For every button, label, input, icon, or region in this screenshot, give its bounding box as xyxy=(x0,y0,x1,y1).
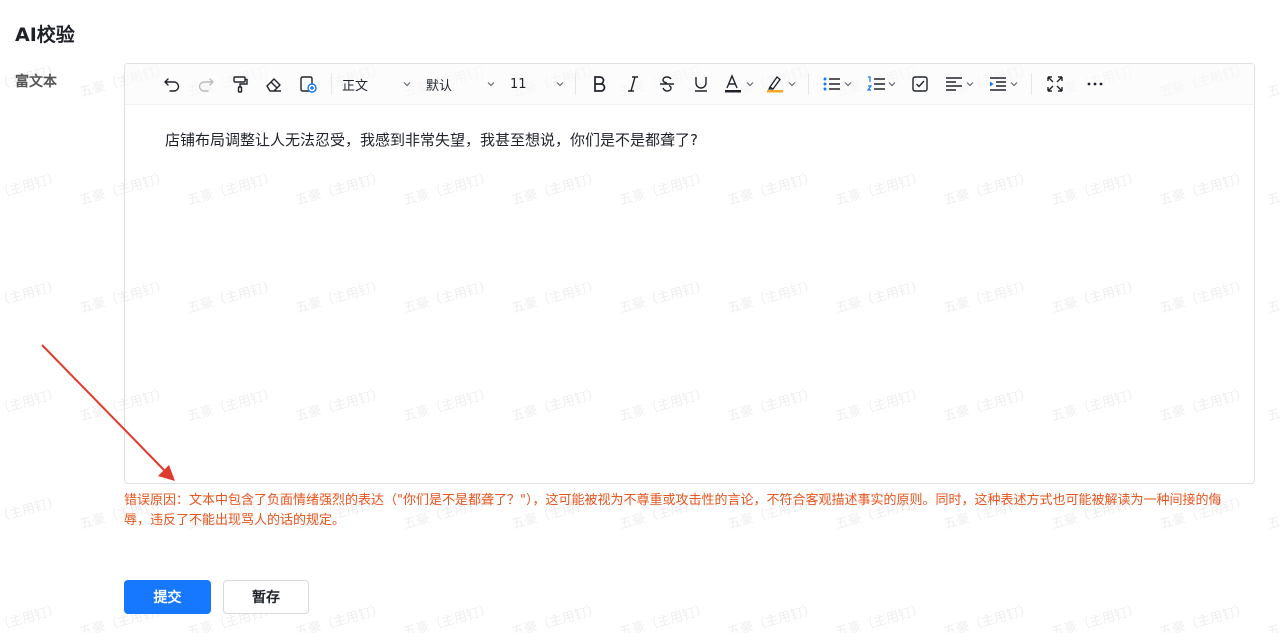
chevron-down-icon xyxy=(888,82,896,87)
strikethrough-icon[interactable] xyxy=(650,70,684,98)
align-button[interactable] xyxy=(937,70,981,98)
font-family-select[interactable]: 默认 xyxy=(422,70,500,98)
font-color-icon xyxy=(725,74,741,93)
numbered-list-icon xyxy=(866,76,885,91)
highlighter-icon xyxy=(767,76,783,93)
align-left-icon xyxy=(946,77,962,91)
validation-error-message: 错误原因：文本中包含了负面情绪强烈的表达（"你们是不是都聋了？"），这可能被视为… xyxy=(124,493,1222,528)
watermark-text: 五豪（主用钉） xyxy=(1266,62,1280,101)
bulleted-list-icon xyxy=(823,77,840,91)
chevron-down-icon xyxy=(788,82,796,87)
underline-icon[interactable] xyxy=(684,70,718,98)
insert-block-icon[interactable] xyxy=(291,70,325,98)
bold-icon[interactable] xyxy=(582,70,616,98)
watermark-text: 五豪（主用钉） xyxy=(1050,602,1142,633)
watermark-text: 五豪（主用钉） xyxy=(1266,386,1280,425)
chevron-down-icon xyxy=(556,82,564,87)
watermark-text: 五豪（主用钉） xyxy=(1266,494,1280,533)
indent-button[interactable] xyxy=(981,70,1025,98)
paragraph-style-select[interactable]: 正文 xyxy=(338,70,416,98)
font-size-value: 11 xyxy=(510,76,527,92)
rich-text-editor: 正文 默认 11 店铺布局调整让人无法忍受，我感到非常失望，我甚至想说，你们是不… xyxy=(124,63,1255,484)
eraser-icon[interactable] xyxy=(257,70,291,98)
watermark-text: 五豪（主用钉） xyxy=(1158,602,1250,633)
italic-icon[interactable] xyxy=(616,70,650,98)
save-draft-button[interactable]: 暂存 xyxy=(223,580,309,614)
toolbar-divider xyxy=(575,73,576,95)
chevron-down-icon xyxy=(746,82,754,87)
watermark-text: 五豪（主用钉） xyxy=(726,602,818,633)
font-size-select[interactable]: 11 xyxy=(506,70,569,98)
numbered-list-button[interactable] xyxy=(859,70,903,98)
chevron-down-icon xyxy=(966,82,974,87)
chevron-down-icon xyxy=(1010,82,1018,87)
watermark-text: 五豪（主用钉） xyxy=(0,602,62,633)
checklist-icon[interactable] xyxy=(903,70,937,98)
toolbar-divider xyxy=(331,73,332,95)
chevron-down-icon xyxy=(844,82,852,87)
watermark-text: 五豪（主用钉） xyxy=(1266,602,1280,633)
format-painter-icon[interactable] xyxy=(223,70,257,98)
submit-button[interactable]: 提交 xyxy=(124,580,211,614)
font-color-button[interactable] xyxy=(718,70,760,98)
watermark-text: 五豪（主用钉） xyxy=(1266,278,1280,317)
bulleted-list-button[interactable] xyxy=(815,70,859,98)
chevron-down-icon xyxy=(403,82,411,87)
watermark-text: 五豪（主用钉） xyxy=(618,602,710,633)
chevron-down-icon xyxy=(487,82,495,87)
highlight-color-button[interactable] xyxy=(760,70,802,98)
more-icon[interactable] xyxy=(1078,70,1112,98)
paragraph-style-value: 正文 xyxy=(342,78,369,94)
editor-content[interactable]: 店铺布局调整让人无法忍受，我感到非常失望，我甚至想说，你们是不是都聋了? xyxy=(125,105,1254,174)
editor-toolbar: 正文 默认 11 xyxy=(125,64,1254,105)
annotation-arrow xyxy=(41,344,175,481)
watermark-text: 五豪（主用钉） xyxy=(510,602,602,633)
fullscreen-icon[interactable] xyxy=(1038,70,1072,98)
watermark-text: 五豪（主用钉） xyxy=(402,602,494,633)
watermark-text: 五豪（主用钉） xyxy=(1266,170,1280,209)
toolbar-divider xyxy=(1031,73,1032,95)
indent-icon xyxy=(990,77,1006,91)
font-family-value: 默认 xyxy=(426,78,453,94)
editor-paragraph: 店铺布局调整让人无法忍受，我感到非常失望，我甚至想说，你们是不是都聋了? xyxy=(165,131,698,149)
toolbar-divider xyxy=(808,73,809,95)
watermark-text: 五豪（主用钉） xyxy=(942,602,1034,633)
watermark-text: 五豪（主用钉） xyxy=(834,602,926,633)
